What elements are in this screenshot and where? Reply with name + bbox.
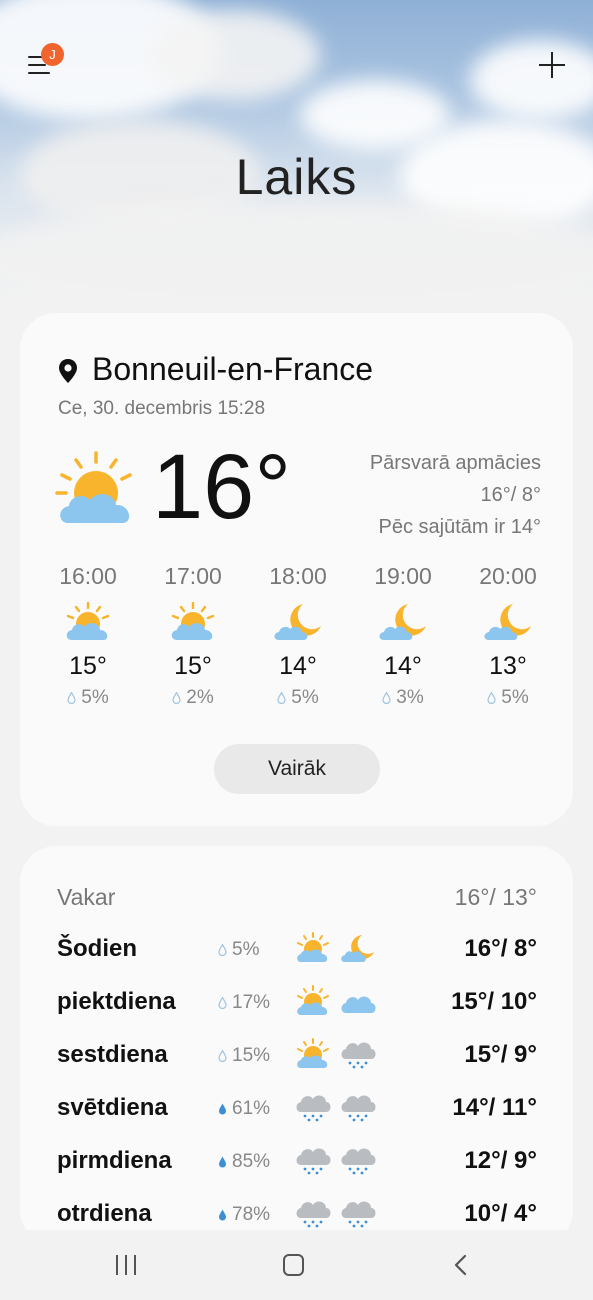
- plus-icon[interactable]: [538, 51, 566, 79]
- daily-row[interactable]: piektdiena 17% 15°/ 10°: [20, 985, 573, 1025]
- hour-time: 17:00: [164, 563, 222, 589]
- location-pin-icon: [59, 359, 77, 383]
- hour-temperature: 13°: [489, 652, 527, 680]
- feels-like-text: Pēc sajūtām ir 14°: [378, 516, 541, 538]
- day-temps: 12°/ 9°: [464, 1147, 537, 1174]
- hour-item: 16:00 15° 5%: [40, 563, 136, 709]
- day-name: piektdiena: [57, 988, 176, 1015]
- day-name: sestdiena: [57, 1041, 168, 1068]
- day-temps: 15°/ 9°: [464, 1041, 537, 1068]
- daily-row[interactable]: Šodien 5% 16°/ 8°: [20, 932, 573, 972]
- raindrop-icon: [218, 997, 227, 1009]
- partly-cloudy-night-icon: [274, 604, 321, 640]
- raindrop-icon: [219, 1156, 226, 1168]
- rain-cloud-icon: [341, 1095, 376, 1122]
- hour-precipitation: 3%: [355, 687, 451, 709]
- day-temps: 16°/ 8°: [464, 935, 537, 962]
- recent-apps-icon[interactable]: [116, 1255, 138, 1275]
- system-navigation-bar: [0, 1230, 593, 1300]
- raindrop-icon: [219, 1103, 226, 1115]
- home-icon[interactable]: [283, 1254, 304, 1276]
- day-temps: 10°/ 4°: [464, 1200, 537, 1227]
- partly-cloudy-night-icon: [484, 604, 531, 640]
- cloud-icon: [341, 996, 376, 1013]
- partly-sunny-icon: [297, 932, 329, 962]
- hour-precipitation: 5%: [250, 687, 346, 709]
- partly-sunny-icon: [55, 451, 132, 523]
- hour-time: 19:00: [374, 563, 432, 589]
- raindrop-icon: [172, 692, 181, 704]
- day-temps: 14°/ 11°: [452, 1094, 537, 1121]
- current-datetime: Ce, 30. decembris 15:28: [58, 398, 266, 419]
- rain-cloud-icon: [296, 1148, 331, 1175]
- day-precipitation: 85%: [218, 1151, 270, 1173]
- day-precipitation: 78%: [218, 1204, 270, 1226]
- daily-row[interactable]: svētdiena 61% 14°/ 11°: [20, 1091, 573, 1131]
- partly-cloudy-night-icon: [379, 604, 426, 640]
- hour-item: 17:00 15° 2%: [145, 563, 241, 709]
- hour-temperature: 14°: [279, 652, 317, 680]
- rain-cloud-icon: [296, 1095, 331, 1122]
- rain-cloud-icon: [341, 1042, 376, 1069]
- rain-cloud-icon: [296, 1201, 331, 1228]
- page-title: Laiks: [235, 149, 358, 205]
- current-weather-card[interactable]: Bonneuil-en-France Ce, 30. decembris 15:…: [20, 313, 573, 826]
- notification-badge: J: [41, 43, 64, 66]
- yesterday-label: Vakar: [57, 884, 116, 910]
- current-temperature: 16°: [152, 436, 292, 538]
- raindrop-icon: [67, 692, 76, 704]
- daily-row[interactable]: pirmdiena 85% 12°/ 9°: [20, 1144, 573, 1184]
- hour-temperature: 15°: [174, 652, 212, 680]
- more-button[interactable]: Vairāk: [214, 744, 380, 794]
- condition-text: Pārsvarā apmācies: [369, 452, 541, 474]
- rain-cloud-icon: [341, 1201, 376, 1228]
- raindrop-icon: [218, 1050, 227, 1062]
- partly-sunny-icon: [297, 1038, 329, 1068]
- hour-time: 16:00: [59, 563, 117, 589]
- partly-sunny-icon: [297, 985, 329, 1015]
- hour-item: 18:00 14° 5%: [250, 563, 346, 709]
- hour-temperature: 14°: [384, 652, 422, 680]
- hour-temperature: 15°: [69, 652, 107, 680]
- yesterday-temps: 16°/ 13°: [454, 884, 537, 910]
- hi-lo-text: 16°/ 8°: [480, 484, 541, 506]
- hourly-forecast[interactable]: 16:00 15° 5% 17:00 15° 2% 18:00 14° 5% 1…: [40, 563, 570, 713]
- rain-cloud-icon: [341, 1148, 376, 1175]
- hour-precipitation: 5%: [40, 687, 136, 709]
- raindrop-icon: [277, 692, 286, 704]
- daily-row[interactable]: sestdiena 15% 15°/ 9°: [20, 1038, 573, 1078]
- day-name: Šodien: [57, 935, 138, 962]
- hour-time: 18:00: [269, 563, 327, 589]
- raindrop-icon: [382, 692, 391, 704]
- day-temps: 15°/ 10°: [451, 988, 537, 1015]
- location-name: Bonneuil-en-France: [92, 351, 374, 387]
- partly-cloudy-night-icon: [341, 935, 374, 962]
- hour-time: 20:00: [479, 563, 537, 589]
- raindrop-icon: [218, 944, 227, 956]
- day-precipitation: 5%: [218, 939, 259, 961]
- day-name: pirmdiena: [57, 1147, 172, 1174]
- raindrop-icon: [487, 692, 496, 704]
- hour-item: 19:00 14° 3%: [355, 563, 451, 709]
- back-icon[interactable]: [450, 1254, 472, 1276]
- raindrop-icon: [219, 1209, 226, 1221]
- condition-summary: Pārsvarā apmācies 16°/ 8° Pēc sajūtām ir…: [370, 447, 541, 543]
- hour-precipitation: 5%: [460, 687, 556, 709]
- daily-forecast-card[interactable]: Vakar 16°/ 13° Šodien 5% 16°/ 8° piektdi…: [20, 846, 573, 1246]
- partly-sunny-icon: [171, 602, 215, 640]
- day-precipitation: 61%: [218, 1098, 270, 1120]
- day-name: svētdiena: [57, 1094, 168, 1121]
- day-name: otrdiena: [57, 1200, 152, 1227]
- partly-sunny-icon: [66, 602, 110, 640]
- hour-precipitation: 2%: [145, 687, 241, 709]
- day-precipitation: 15%: [218, 1045, 270, 1067]
- day-precipitation: 17%: [218, 992, 270, 1014]
- hour-item: 20:00 13° 5%: [460, 563, 556, 709]
